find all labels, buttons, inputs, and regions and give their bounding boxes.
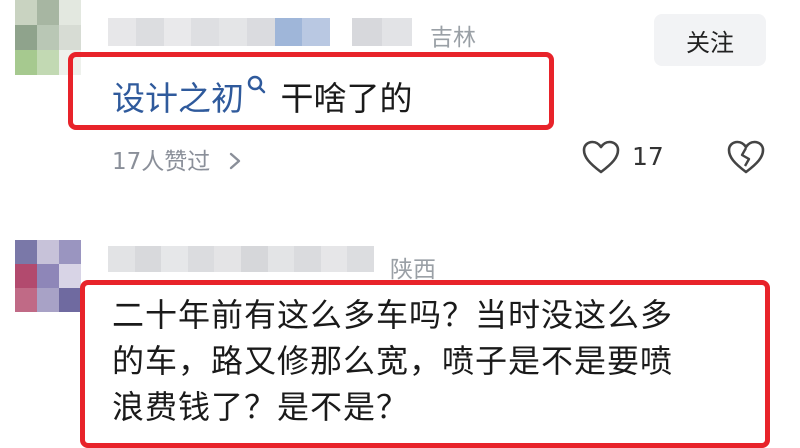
- likes-summary-link[interactable]: 17人赞过: [112, 142, 244, 176]
- user-region: 吉林: [430, 25, 476, 51]
- heart-icon[interactable]: [581, 138, 621, 178]
- comment-text: 二十年前有这么多车吗？当时没这么多 的车，路又修那么宽，喷子是不是要喷 浪费钱了…: [112, 292, 752, 430]
- username-blurred[interactable]: [108, 246, 374, 272]
- comment-text-rest: 干啥了的: [280, 79, 413, 118]
- comment-line: 二十年前有这么多车吗？当时没这么多: [112, 296, 674, 334]
- follow-button[interactable]: 关注: [654, 14, 766, 66]
- comment-text: 设计之初 干啥了的: [112, 72, 413, 120]
- like-count: 17: [632, 142, 664, 171]
- broken-heart-icon[interactable]: [726, 138, 766, 178]
- user-region: 陕西: [390, 257, 436, 283]
- comment-line: 浪费钱了？是不是？: [112, 388, 410, 426]
- search-link[interactable]: 设计之初: [112, 79, 244, 118]
- username-blurred[interactable]: [108, 18, 330, 46]
- avatar[interactable]: [15, 240, 81, 312]
- search-icon[interactable]: [244, 72, 270, 98]
- likes-summary-label: 17人赞过: [112, 149, 211, 175]
- user-badge-blurred: [352, 18, 412, 46]
- comment-line: 的车，路又修那么宽，喷子是不是要喷: [112, 342, 674, 380]
- chevron-right-icon: [229, 152, 240, 170]
